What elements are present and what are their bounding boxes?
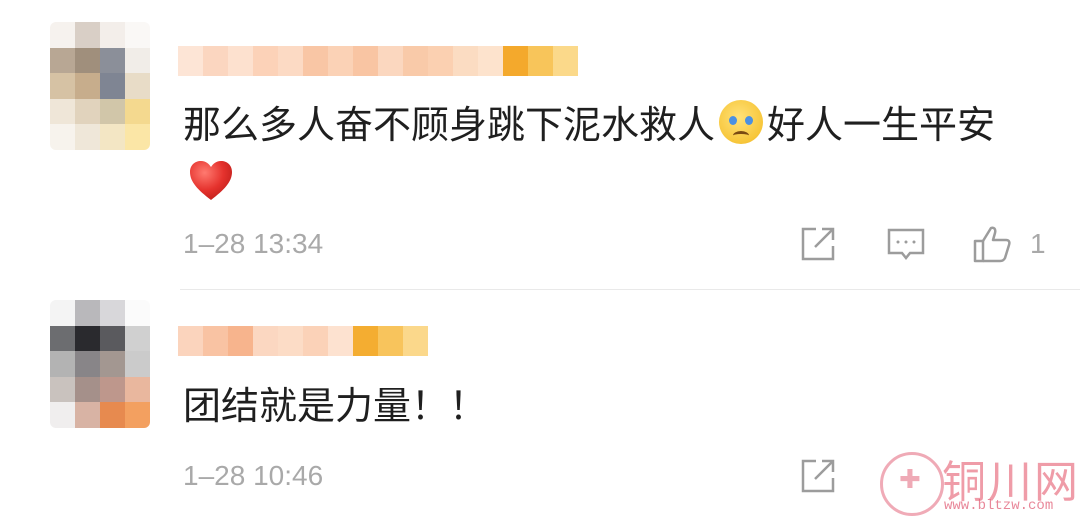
comment-text-part: 好人一生平安 bbox=[767, 103, 996, 147]
comment-time: 1–28 13:34 bbox=[183, 228, 324, 259]
watermark-logo-icon bbox=[880, 452, 944, 516]
comment-text: 那么多人奋不顾身跳下泥水救人 好人一生平安 bbox=[183, 96, 995, 154]
avatar[interactable] bbox=[50, 300, 150, 428]
comment-item: 那么多人奋不顾身跳下泥水救人 好人一生平安 1–28 13:34 1 bbox=[0, 0, 1080, 290]
comment-text: 团结就是力量！！ bbox=[183, 384, 488, 428]
like-count: 1 bbox=[1030, 228, 1046, 259]
watermark-url: www.bltzw.com bbox=[944, 498, 1054, 514]
crying-face-icon bbox=[719, 100, 764, 144]
comment-time: 1–28 10:46 bbox=[183, 460, 324, 491]
thumbs-up-icon[interactable] bbox=[972, 224, 1012, 264]
share-icon[interactable] bbox=[798, 224, 838, 264]
reply-icon[interactable] bbox=[886, 224, 926, 264]
username-blurred[interactable] bbox=[178, 326, 428, 356]
heart-icon bbox=[190, 161, 232, 200]
avatar[interactable] bbox=[50, 22, 150, 150]
comment-text-part: 那么多人奋不顾身跳下泥水救人 bbox=[183, 103, 716, 147]
username-blurred[interactable] bbox=[178, 46, 578, 76]
share-icon[interactable] bbox=[798, 456, 838, 496]
